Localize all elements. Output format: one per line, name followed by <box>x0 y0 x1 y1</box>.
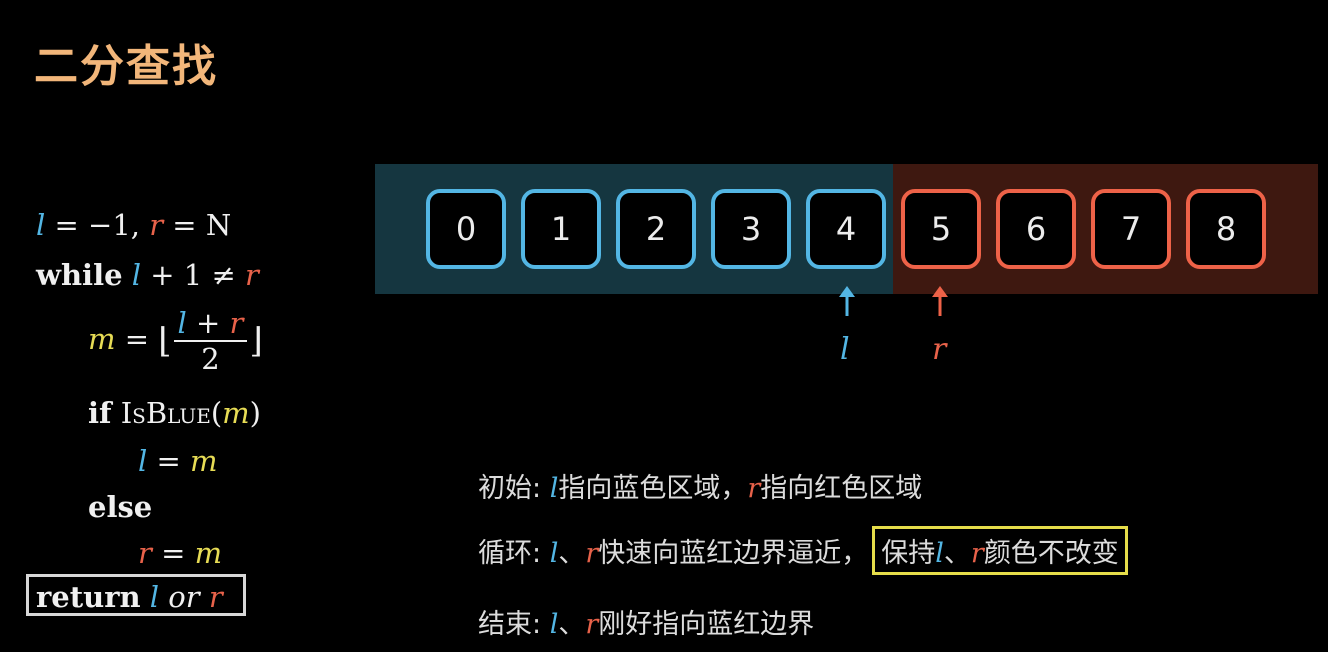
var-m: m <box>194 536 223 570</box>
slide-title: 二分查找 <box>34 41 218 92</box>
code-if-line: if IsBlue(m) <box>88 396 261 430</box>
array-cell: 6 <box>996 189 1076 269</box>
desc-loop: 循环: l、r快速向蓝红边界逼近， 保持l、r颜色不改变 <box>478 526 1128 575</box>
pointer-l-arrow-icon <box>839 286 855 316</box>
array-cell: 0 <box>426 189 506 269</box>
array-cell: 2 <box>616 189 696 269</box>
var-m: m <box>88 322 116 356</box>
keyword-while: while <box>36 258 123 292</box>
array-cell: 1 <box>521 189 601 269</box>
code-text: ) <box>249 396 261 430</box>
array-cell: 8 <box>1186 189 1266 269</box>
code-text: + 1 ≠ <box>141 258 245 292</box>
pointer-r-arrow-icon <box>932 286 948 316</box>
var-r: r <box>229 306 244 340</box>
desc-sep: 、 <box>558 609 586 640</box>
desc-text: 颜色不改变 <box>983 538 1119 569</box>
code-text: = <box>151 536 195 570</box>
desc-prefix: 结束: <box>478 609 550 640</box>
var-r: r <box>149 208 164 242</box>
var-l: l <box>36 208 46 242</box>
code-text: = <box>147 444 191 478</box>
desc-text: 保持 <box>881 538 936 569</box>
desc-prefix: 循环: <box>478 538 550 569</box>
desc-prefix: 初始: <box>478 473 550 504</box>
code-while-line: while l + 1 ≠ r <box>36 258 259 292</box>
code-text: + <box>186 306 230 340</box>
function-isblue: IsBlue <box>120 396 211 430</box>
code-else-assign-line: r = m <box>138 536 222 570</box>
code-text: = <box>115 322 159 356</box>
var-m: m <box>190 444 218 478</box>
floor-right: ⌋ <box>249 321 263 361</box>
array-cell: 7 <box>1091 189 1171 269</box>
var-r: r <box>747 473 761 504</box>
var-r: r <box>970 538 984 569</box>
var-l: l <box>935 538 944 569</box>
code-text: = N <box>163 208 232 242</box>
desc-sep: 、 <box>943 538 971 569</box>
array-cell: 3 <box>711 189 791 269</box>
array-cell: 5 <box>901 189 981 269</box>
var-r: r <box>585 538 599 569</box>
var-l: l <box>131 258 142 292</box>
var-r: r <box>244 258 259 292</box>
return-highlight-box <box>26 574 246 616</box>
floor-left: ⌊ <box>158 321 172 361</box>
desc-text: 刚好指向蓝红边界 <box>598 609 815 640</box>
fraction: l + r2 <box>173 306 248 376</box>
var-l: l <box>177 306 187 340</box>
array-cell: 4 <box>806 189 886 269</box>
desc-sep: 、 <box>558 538 586 569</box>
fraction-denominator: 2 <box>201 342 220 376</box>
desc-init: 初始: l指向蓝色区域，r指向红色区域 <box>478 466 922 505</box>
keyword-else: else <box>88 490 153 524</box>
pointer-r-label: r <box>932 332 947 367</box>
keyword-if: if <box>88 396 112 430</box>
code-text: = −1, <box>45 208 150 242</box>
var-r: r <box>585 609 599 640</box>
fraction-numerator: l + r <box>173 306 248 342</box>
desc-end: 结束: l、r刚好指向蓝红边界 <box>478 602 814 641</box>
invariant-highlight-box: 保持l、r颜色不改变 <box>872 526 1128 575</box>
code-init-line: l = −1, r = N <box>36 208 231 242</box>
desc-text: 指向蓝色区域， <box>558 473 748 504</box>
var-m: m <box>222 396 250 430</box>
desc-text: 指向红色区域 <box>760 473 923 504</box>
desc-text: 快速向蓝红边界逼近， <box>598 538 869 569</box>
code-else-line: else <box>88 490 152 524</box>
pointer-l-label: l <box>840 332 850 367</box>
code-then-line: l = m <box>138 444 218 478</box>
code-mid-line: m = ⌊ l + r 2 ⌋ <box>88 306 263 376</box>
var-r: r <box>138 536 152 570</box>
code-text: ( <box>210 396 223 430</box>
var-l: l <box>138 444 148 478</box>
